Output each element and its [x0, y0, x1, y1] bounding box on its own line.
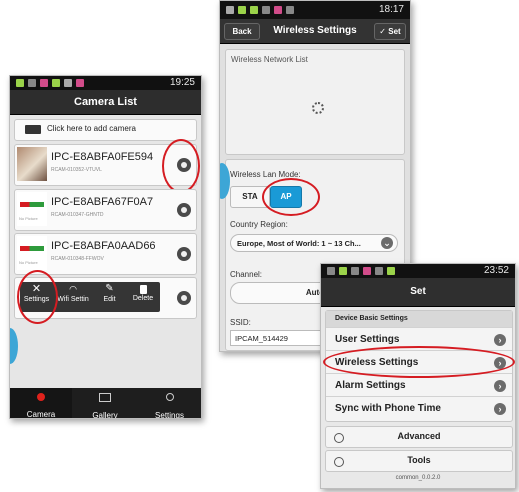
menu-edit-label: Edit — [103, 296, 116, 303]
status-time: 18:17 — [378, 4, 404, 15]
page-title: Wireless Settings — [273, 25, 357, 36]
page-title: Camera List — [10, 90, 201, 115]
tab-camera[interactable]: Camera — [10, 388, 72, 418]
brand-logo-icon — [20, 246, 44, 251]
ssid-value: IPCAM_514429 — [235, 334, 288, 343]
camera-name: IPC-E8ABFA0FE594 — [51, 151, 154, 163]
camera-row-3[interactable]: No Picture IPC-E8ABFA0AAD66 RCAM-010348-… — [14, 233, 197, 275]
chevron-down-icon: ⌄ — [381, 237, 393, 249]
loading-spinner-icon — [312, 102, 324, 114]
camera-settings-gear-icon[interactable] — [177, 291, 191, 305]
status-bar: 19:25 — [10, 76, 201, 90]
camera-id: RCAM-010348-FFWOV — [51, 256, 104, 262]
status-icons — [16, 79, 84, 87]
highlight-ellipse — [323, 346, 515, 378]
sync-time-item[interactable]: Sync with Phone Time › — [326, 396, 512, 420]
wireless-network-list[interactable]: Wireless Network List — [225, 49, 405, 155]
camera-thumbnail — [17, 147, 47, 181]
camera-id: RCAM-010352-VTUVL — [51, 167, 102, 173]
country-label: Country Region: — [230, 220, 288, 229]
menu-delete[interactable]: Delete — [126, 282, 160, 312]
user-settings-label: User Settings — [335, 334, 400, 345]
title-text: Set — [410, 286, 426, 297]
tab-gallery-label: Gallery — [92, 411, 118, 419]
country-select[interactable]: Europe, Most of World: 1 ~ 13 Ch... ⌄ — [230, 234, 398, 252]
tools-label: Tools — [407, 455, 431, 465]
no-picture-label: No Picture — [19, 216, 38, 221]
status-bar: 23:52 — [321, 264, 515, 278]
no-picture-label: No Picture — [19, 260, 38, 265]
back-button[interactable]: Back — [224, 23, 260, 40]
menu-wifi-label: Wifi Settin — [57, 296, 89, 303]
highlight-circle — [17, 270, 58, 324]
camera-add-icon — [25, 125, 41, 134]
menu-wifi-settings[interactable]: ◠ Wifi Settin — [53, 282, 93, 312]
wifi-icon: ◠ — [69, 284, 77, 294]
menu-delete-label: Delete — [132, 295, 154, 302]
status-icons — [327, 267, 395, 275]
version-label: common_0.0.2.0 — [395, 475, 441, 481]
bottom-tab-bar: Camera Gallery Settings — [10, 388, 201, 418]
checkmark-icon: ✓ — [379, 27, 389, 36]
set-button[interactable]: ✓ Set — [374, 23, 406, 40]
camera-settings-gear-icon[interactable] — [177, 247, 191, 261]
status-icons — [226, 6, 294, 14]
chevron-right-icon: › — [494, 380, 506, 392]
tab-camera-label: Camera — [26, 410, 56, 419]
pencil-icon: ✎ — [105, 283, 114, 294]
alarm-settings-label: Alarm Settings — [335, 380, 406, 391]
camera-name: IPC-E8ABFA67F0A7 — [51, 196, 154, 208]
tools-button[interactable]: Tools — [325, 450, 513, 472]
no-picture-thumbnail: No Picture — [17, 236, 47, 270]
section-title: Device Basic Settings — [335, 315, 408, 322]
country-value: Europe, Most of World: 1 ~ 13 Ch... — [237, 239, 361, 248]
tab-settings-label: Settings — [155, 411, 184, 419]
sync-time-label: Sync with Phone Time — [335, 403, 441, 414]
gallery-icon — [99, 393, 111, 402]
ssid-label: SSID: — [230, 318, 251, 327]
add-camera-button[interactable]: Click here to add camera — [14, 119, 197, 141]
status-time: 19:25 — [169, 77, 195, 88]
chevron-right-icon: › — [494, 334, 506, 346]
menu-edit[interactable]: ✎ Edit — [93, 282, 126, 312]
channel-label: Channel: — [230, 270, 263, 279]
advanced-button[interactable]: Advanced — [325, 426, 513, 448]
advanced-label: Advanced — [397, 431, 441, 441]
brand-logo-icon — [20, 202, 44, 207]
camera-settings-gear-icon[interactable] — [177, 203, 191, 217]
highlight-circle — [162, 139, 200, 193]
status-bar: 18:17 — [220, 1, 410, 19]
add-camera-label: Click here to add camera — [47, 124, 136, 133]
camera-tab-icon — [37, 393, 45, 401]
tab-gallery[interactable]: Gallery — [74, 388, 136, 418]
trash-icon — [139, 285, 147, 294]
page-title: Set — [321, 278, 515, 307]
camera-list-screen: 19:25 Camera List Click here to add came… — [9, 75, 202, 419]
set-label: Set — [388, 27, 401, 36]
settings-search-icon — [165, 393, 174, 401]
back-label: Back — [232, 27, 252, 36]
section-header: Device Basic Settings — [326, 311, 512, 327]
chevron-right-icon: › — [494, 403, 506, 415]
device-settings-screen: 23:52 Set Device Basic Settings User Set… — [320, 263, 516, 489]
tab-settings[interactable]: Settings — [138, 388, 201, 418]
network-list-label: Wireless Network List — [231, 55, 308, 64]
no-picture-thumbnail: No Picture — [17, 192, 47, 226]
page-header: Back Wireless Settings ✓ Set — [220, 19, 410, 44]
side-pull-tab[interactable] — [10, 328, 18, 364]
title-text: Camera List — [74, 96, 137, 108]
camera-row-2[interactable]: No Picture IPC-E8ABFA67F0A7 RCAM-010347-… — [14, 189, 197, 231]
mode-sta-label: STA — [242, 192, 258, 201]
highlight-circle — [262, 178, 320, 216]
camera-id: RCAM-010347-GHNTD — [51, 212, 104, 218]
camera-name: IPC-E8ABFA0AAD66 — [51, 240, 156, 252]
status-time: 23:52 — [483, 265, 509, 276]
